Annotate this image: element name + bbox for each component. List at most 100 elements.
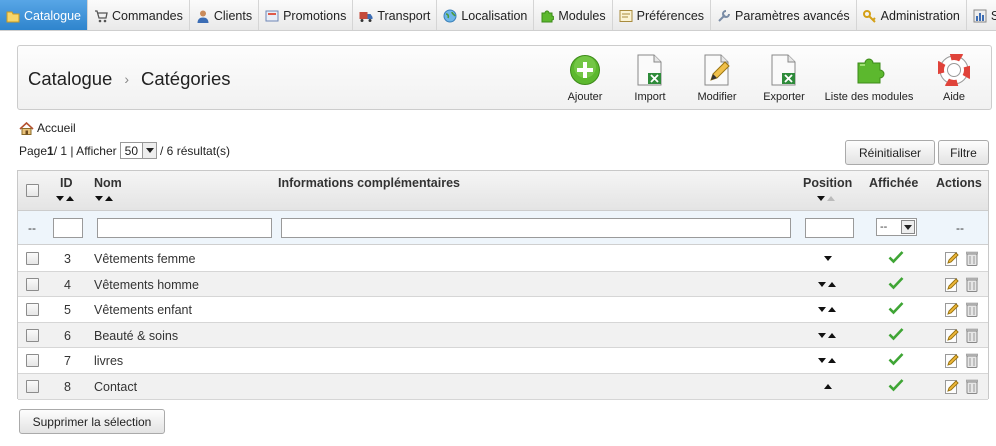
- tab-label: Commandes: [112, 8, 183, 23]
- per-page-select[interactable]: 50: [119, 142, 158, 159]
- import-button[interactable]: Import: [630, 54, 670, 103]
- edit-icon[interactable]: [945, 251, 959, 266]
- lifebuoy-icon: [936, 52, 972, 88]
- row-position-arrows: [824, 256, 832, 261]
- sort-desc-icon[interactable]: [95, 196, 103, 201]
- row-position-arrows: [818, 281, 836, 287]
- filter-info-input[interactable]: [281, 218, 791, 238]
- help-button[interactable]: Aide: [936, 52, 972, 103]
- delete-selection-button[interactable]: Supprimer la sélection: [19, 409, 165, 434]
- filter-id-input[interactable]: [53, 218, 83, 238]
- delete-icon[interactable]: [965, 379, 979, 394]
- home-icon: [19, 121, 34, 135]
- sort-asc-icon[interactable]: [66, 196, 74, 201]
- move-up-icon[interactable]: [828, 307, 836, 313]
- modify-button[interactable]: Modifier: [696, 54, 738, 103]
- truck-icon: [359, 9, 373, 23]
- displayed-check-icon[interactable]: [888, 352, 904, 366]
- page-total: / 1 | Afficher: [53, 143, 117, 158]
- modules-list-label: Liste des modules: [824, 91, 914, 103]
- tab-stats[interactable]: St: [967, 0, 996, 30]
- modules-list-button[interactable]: Liste des modules: [824, 54, 914, 103]
- page-title: Catégories: [141, 68, 231, 89]
- row-name: Vêtements homme: [94, 277, 199, 292]
- row-checkbox[interactable]: [26, 303, 39, 317]
- row-checkbox[interactable]: [26, 354, 39, 368]
- filter-displayed-select[interactable]: --: [876, 218, 917, 236]
- table-row[interactable]: 8 Contact: [18, 374, 988, 400]
- move-down-icon[interactable]: [818, 307, 826, 313]
- displayed-check-icon[interactable]: [888, 276, 904, 290]
- delete-icon[interactable]: [965, 302, 979, 318]
- row-name: Contact: [94, 380, 138, 394]
- tab-transport[interactable]: Transport: [353, 0, 438, 30]
- move-up-icon[interactable]: [828, 358, 836, 364]
- move-up-icon[interactable]: [828, 332, 836, 338]
- move-down-icon[interactable]: [818, 281, 826, 287]
- add-button[interactable]: Ajouter: [565, 54, 605, 103]
- row-checkbox[interactable]: [26, 328, 39, 342]
- move-up-icon[interactable]: [824, 384, 832, 389]
- edit-icon[interactable]: [945, 353, 959, 369]
- move-down-icon[interactable]: [818, 332, 826, 338]
- filter-dash: --: [28, 221, 36, 235]
- pagination: Page 1 / 1 | Afficher 50 / 6 résultat(s): [19, 142, 230, 159]
- sort-desc-icon[interactable]: [817, 196, 825, 201]
- home-link[interactable]: Accueil: [19, 121, 76, 135]
- tab-administration[interactable]: Administration: [857, 0, 967, 30]
- filter-name-input[interactable]: [97, 218, 272, 238]
- add-icon: [569, 54, 601, 86]
- cart-icon: [94, 9, 108, 23]
- delete-icon[interactable]: [965, 328, 979, 343]
- sort-desc-icon[interactable]: [56, 196, 64, 201]
- tab-modules[interactable]: Modules: [534, 0, 613, 30]
- displayed-check-icon[interactable]: [888, 301, 904, 315]
- table-row[interactable]: 4 Vêtements homme: [18, 271, 988, 298]
- reset-button[interactable]: Réinitialiser: [845, 140, 935, 165]
- delete-icon[interactable]: [965, 353, 979, 369]
- tab-label: Catalogue: [24, 8, 81, 23]
- tab-label: St: [991, 9, 996, 23]
- move-down-icon[interactable]: [824, 256, 832, 261]
- row-name: Vêtements enfant: [94, 303, 192, 318]
- edit-icon[interactable]: [945, 302, 959, 318]
- table-row[interactable]: 5 Vêtements enfant: [18, 297, 988, 323]
- breadcrumb: Catalogue › Catégories: [28, 68, 230, 90]
- table-row[interactable]: 7 livres: [18, 348, 988, 374]
- per-page-value: 50: [124, 143, 139, 158]
- edit-icon[interactable]: [945, 277, 959, 292]
- delete-icon[interactable]: [965, 251, 979, 266]
- add-label: Ajouter: [567, 91, 603, 103]
- tab-promotions[interactable]: Promotions: [259, 0, 354, 30]
- modify-label: Modifier: [697, 91, 737, 103]
- move-up-icon[interactable]: [828, 281, 836, 287]
- tab-localisation[interactable]: Localisation: [437, 0, 535, 30]
- row-checkbox[interactable]: [26, 380, 39, 393]
- delete-icon[interactable]: [965, 277, 979, 292]
- select-all-checkbox[interactable]: [26, 184, 39, 197]
- filter-dash: --: [956, 221, 964, 235]
- sort-id: [56, 196, 74, 201]
- sort-asc-icon[interactable]: [105, 196, 113, 201]
- edit-icon[interactable]: [945, 379, 959, 394]
- filter-button[interactable]: Filtre: [938, 140, 989, 165]
- table-row[interactable]: 3 Vêtements femme: [18, 246, 988, 272]
- displayed-check-icon[interactable]: [888, 378, 904, 392]
- displayed-check-icon[interactable]: [888, 327, 904, 341]
- globe-icon: [443, 9, 457, 23]
- filter-position-input[interactable]: [805, 218, 854, 238]
- tab-preferences[interactable]: Préférences: [613, 0, 712, 30]
- sort-asc-icon[interactable]: [827, 196, 835, 201]
- row-checkbox[interactable]: [26, 252, 39, 265]
- tab-commandes[interactable]: Commandes: [88, 0, 190, 30]
- table-row[interactable]: 6 Beauté & soins: [18, 322, 988, 349]
- displayed-check-icon[interactable]: [888, 250, 904, 264]
- export-button[interactable]: Exporter: [762, 54, 806, 103]
- edit-icon[interactable]: [945, 328, 959, 343]
- tab-catalogue[interactable]: Catalogue: [0, 0, 88, 30]
- row-checkbox[interactable]: [26, 277, 39, 291]
- breadcrumb-separator: ›: [124, 71, 130, 87]
- tab-parametres-avances[interactable]: Paramètres avancés: [711, 0, 857, 30]
- move-down-icon[interactable]: [818, 358, 826, 364]
- tab-clients[interactable]: Clients: [190, 0, 260, 30]
